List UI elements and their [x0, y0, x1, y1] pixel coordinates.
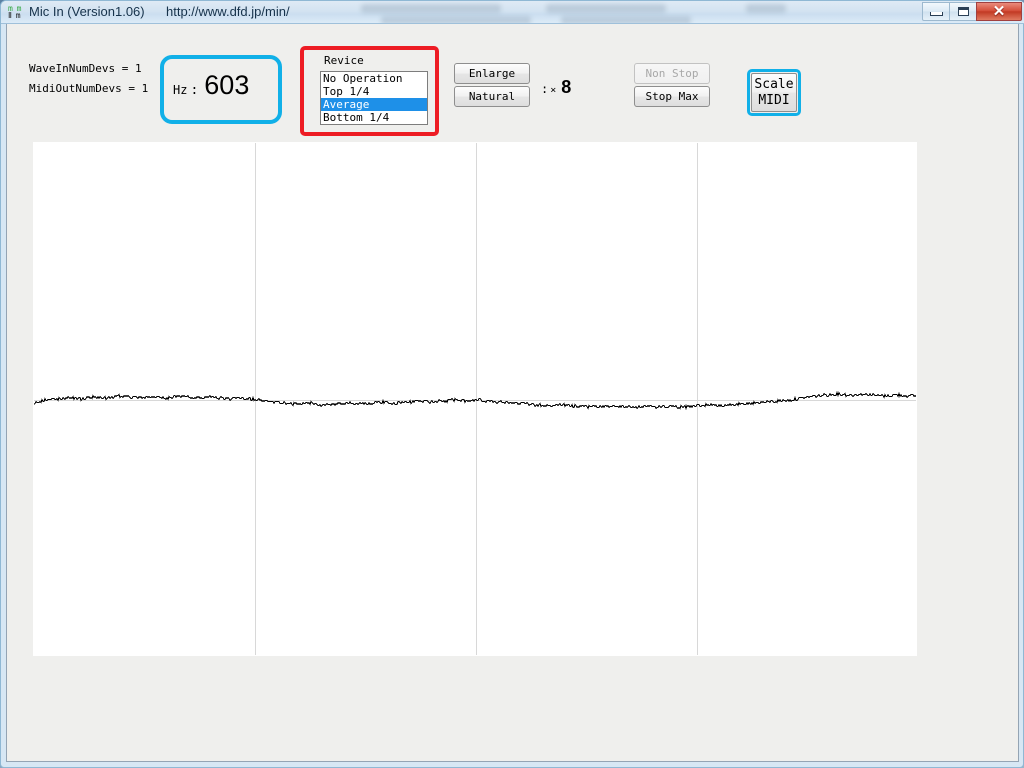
revice-option-average[interactable]: Average [321, 98, 427, 111]
window-title: Mic In (Version1.06) [29, 4, 145, 19]
stop-max-button[interactable]: Stop Max [634, 86, 710, 107]
midiout-device-count-label: MidiOutNumDevs = 1 [29, 82, 149, 95]
revice-option-top-quarter[interactable]: Top 1/4 [321, 85, 427, 98]
revice-group-title: Revice [322, 54, 366, 67]
waveform-svg [34, 143, 916, 655]
caption-button-group: ✕ [922, 2, 1022, 22]
scale-midi-button[interactable]: Scale MIDI [751, 73, 797, 112]
revice-group: Revice No Operation Top 1/4 Average Bott… [310, 54, 430, 128]
maximize-button[interactable] [949, 2, 977, 21]
hz-colon: : [190, 83, 199, 98]
maximize-icon [957, 7, 969, 16]
revice-option-no-operation[interactable]: No Operation [321, 72, 427, 85]
zoom-ratio-value: 8 [561, 77, 572, 97]
waveform-plot[interactable] [33, 142, 917, 656]
mic-app-icon: m mⅡ m [8, 5, 21, 20]
client-area: WaveInNumDevs = 1 MidiOutNumDevs = 1 Hz … [6, 24, 1019, 762]
revice-listbox[interactable]: No Operation Top 1/4 Average Bottom 1/4 [320, 71, 428, 125]
scale-midi-line1: Scale [754, 76, 794, 92]
revice-option-bottom-quarter[interactable]: Bottom 1/4 [321, 111, 427, 124]
enlarge-button[interactable]: Enlarge [454, 63, 530, 84]
scale-midi-line2: MIDI [758, 92, 790, 108]
aero-glass-smudge [361, 4, 501, 13]
aero-glass-smudge [381, 16, 531, 23]
hz-label: Hz [173, 83, 188, 97]
aero-glass-smudge [746, 4, 786, 13]
natural-button[interactable]: Natural [454, 86, 530, 107]
wavein-device-count-label: WaveInNumDevs = 1 [29, 62, 142, 75]
hz-readout: Hz : 603 [173, 72, 249, 99]
zoom-ratio-colon: : [541, 82, 549, 96]
window-title-url: http://www.dfd.jp/min/ [166, 4, 290, 19]
aero-glass-smudge [546, 4, 666, 13]
close-icon: ✕ [992, 3, 1006, 20]
application-window: m mⅡ m Mic In (Version1.06) http://www.d… [0, 0, 1024, 768]
close-button[interactable]: ✕ [976, 2, 1022, 21]
zoom-ratio-readout: : × 8 [541, 77, 571, 98]
hz-value: 603 [204, 70, 250, 100]
minimize-icon [929, 12, 943, 16]
title-bar[interactable]: m mⅡ m Mic In (Version1.06) http://www.d… [1, 1, 1024, 24]
aero-glass-smudge [561, 16, 691, 23]
zoom-ratio-multiply-icon: × [550, 85, 557, 96]
non-stop-button[interactable]: Non Stop [634, 63, 710, 84]
minimize-button[interactable] [922, 2, 950, 21]
